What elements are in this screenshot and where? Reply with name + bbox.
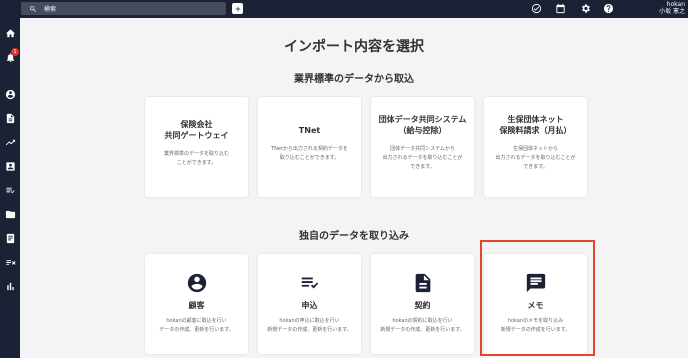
sidebar: 1 (0, 18, 20, 358)
help-button[interactable] (603, 3, 614, 14)
user-menu[interactable]: hokan 小坂 憲之 (659, 1, 685, 15)
card-title: 団体データ共同システム （給与控除） (378, 115, 467, 135)
sidebar-item-contacts[interactable] (3, 159, 17, 173)
search-input[interactable]: 検索 (21, 2, 226, 15)
card-title: 保険会社 共同ゲートウェイ (164, 120, 229, 140)
list-check-icon (301, 277, 318, 289)
person-circle-icon (187, 273, 206, 293)
card-customers[interactable]: 顧客 hokanの顧客に取込を行い データの作成、更新を行います。 (145, 254, 248, 354)
card-description: hokanの契約に取込を行い 新規データの作成、更新を行います。 (380, 318, 465, 333)
card-description: 生保団体ネットから 出力されるデータを取り込むことが できます。 (495, 146, 576, 170)
list-check-icon (5, 187, 15, 193)
sidebar-item-notifications[interactable]: 1 (3, 48, 19, 64)
calendar-icon (556, 3, 565, 14)
plus-icon (235, 6, 240, 11)
sidebar-item-customers[interactable] (3, 87, 17, 101)
card-life-group-net[interactable]: 生保団体ネット 保険料請求（月払） 生保団体ネットから 出力されるデータを取り込… (484, 97, 587, 197)
sidebar-item-compare[interactable] (3, 255, 17, 269)
help-icon (603, 3, 614, 14)
sidebar-item-files[interactable] (3, 207, 17, 221)
card-title: 顧客 (188, 301, 205, 310)
page-title: インポート内容を選択 (284, 39, 424, 55)
check-circle-icon (531, 3, 542, 14)
home-icon (5, 28, 15, 37)
calendar-button[interactable] (555, 3, 566, 14)
search-icon (29, 5, 36, 12)
card-title: 申込 (301, 301, 318, 310)
card-title: 生保団体ネット 保険料請求（月払） (499, 115, 572, 135)
sidebar-item-documents[interactable] (3, 111, 17, 125)
card-description: 団体データ共同システムから 出力されるデータを取り込むことが できます。 (382, 146, 463, 170)
card-tnet[interactable]: TNet TNetから出力される契約データを 取り込むことができます。 (258, 97, 361, 197)
top-bar: 検索 hokan 小坂 憲之 (0, 0, 688, 18)
contact-icon (5, 161, 15, 171)
sidebar-item-reports[interactable] (3, 279, 17, 293)
bar-chart-icon (6, 282, 14, 290)
sidebar-item-trends[interactable] (3, 135, 17, 149)
standard-section-heading: 業界標準のデータから取込 (294, 74, 414, 85)
document-icon (6, 113, 14, 123)
card-description: hokanの顧客に取込を行い データの作成、更新を行います。 (159, 318, 234, 333)
notification-badge: 1 (11, 48, 19, 56)
card-description: hokanの申込に取込を行い 新規データの作成、更新を行います。 (267, 318, 352, 333)
trend-icon (5, 139, 15, 145)
add-button[interactable] (232, 3, 243, 14)
card-title: 契約 (414, 301, 431, 310)
book-icon (6, 233, 14, 243)
memo-highlight-box (480, 240, 595, 356)
sidebar-item-applications[interactable] (3, 183, 17, 197)
document-icon (415, 273, 430, 293)
card-description: TNetから出力される契約データを 取り込むことができます。 (271, 146, 348, 161)
card-description: 業界標準のデータを取り込む ことができます。 (163, 151, 229, 166)
card-title: TNet (298, 126, 321, 135)
sidebar-item-home[interactable] (3, 26, 17, 40)
account-icon (5, 89, 15, 99)
user-name: 小坂 憲之 (659, 8, 685, 15)
card-contracts[interactable]: 契約 hokanの契約に取込を行い 新規データの作成、更新を行います。 (371, 254, 474, 354)
search-placeholder: 検索 (44, 6, 57, 13)
card-group-data-system[interactable]: 団体データ共同システム （給与控除） 団体データ共同システムから 出力されるデー… (371, 97, 474, 197)
folder-icon (5, 210, 15, 218)
compare-icon (5, 259, 16, 265)
sidebar-item-library[interactable] (3, 231, 17, 245)
user-company: hokan (666, 1, 685, 8)
settings-button[interactable] (580, 3, 591, 14)
gear-icon (582, 4, 590, 13)
card-gateway[interactable]: 保険会社 共同ゲートウェイ 業界標準のデータを取り込む ことができます。 (145, 97, 248, 197)
task-check-button[interactable] (531, 3, 542, 14)
card-applications[interactable]: 申込 hokanの申込に取込を行い 新規データの作成、更新を行います。 (258, 254, 361, 354)
